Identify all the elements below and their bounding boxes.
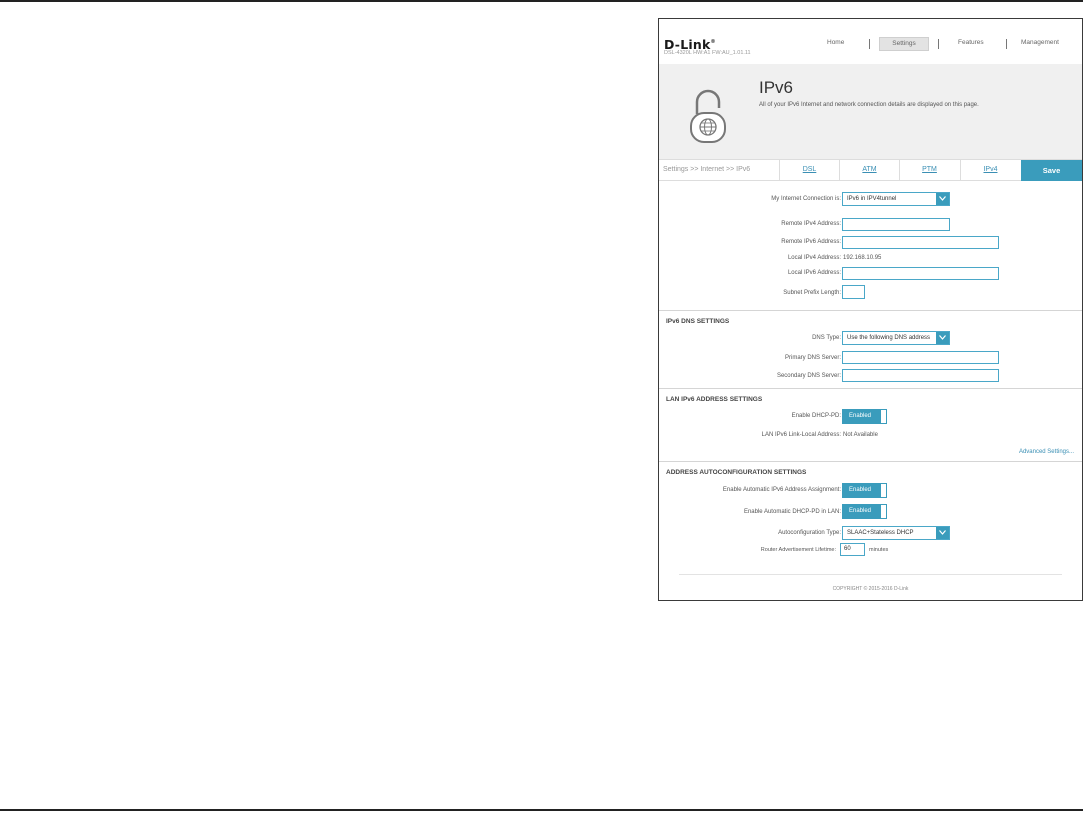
auto-pd-toggle[interactable]: Enabled [842,504,887,519]
section-divider [659,461,1082,462]
copyright-text: COPYRIGHT © 2015-2016 D-Link [832,586,909,592]
chevron-down-icon [936,527,949,539]
nav-settings[interactable]: Settings [879,37,929,51]
prefix-length-input[interactable] [842,285,865,299]
remote-ipv6-input[interactable] [842,236,999,249]
nav-features[interactable]: Features [958,39,984,46]
dns-type-select[interactable]: Use the following DNS address [842,331,950,345]
connection-type-select[interactable]: IPv6 in IPV4tunnel [842,192,950,206]
autoconfig-type-label: Autoconfiguration Type: [778,530,841,536]
tab-dsl[interactable]: DSL [779,160,839,180]
auto-assign-toggle[interactable]: Enabled [842,483,887,498]
local-ipv6-label: Local IPv6 Address: [787,270,841,276]
connection-type-value: IPv6 in IPV4tunnel [847,196,897,202]
model-info: DSL-4320L HW:A1 FW:AU_1.01.11 [664,50,751,56]
remote-ipv4-label: Remote IPv4 Address: [781,221,841,227]
page-description: All of your IPv6 Internet and network co… [759,102,979,108]
prefix-length-label: Subnet Prefix Length: [783,290,841,296]
remote-ipv6-label: Remote IPv6 Address: [781,239,841,245]
dns-section-title: IPv6 DNS SETTINGS [666,318,730,325]
dns-type-label: DNS Type: [812,335,841,341]
auto-assign-state: Enabled [843,484,881,497]
auto-pd-label: Enable Automatic DHCP-PD in LAN: [743,509,841,515]
autoconfig-type-value: SLAAC+Stateless DHCP [847,530,914,536]
settings-content: My Internet Connection is: IPv6 in IPV4t… [659,181,1082,600]
dns-type-value: Use the following DNS address [847,335,931,341]
section-divider [659,388,1082,389]
local-ipv4-value: 192.168.10.95 [843,255,882,261]
link-local-value: Not Available [843,432,878,438]
page-bottom-rule [0,809,1083,811]
local-ipv6-input[interactable] [842,267,999,280]
nav-separator [938,39,939,49]
breadcrumb: Settings >> Internet >> IPv6 [663,166,751,173]
page-banner: IPv6 All of your IPv6 Internet and netwo… [659,64,1082,159]
dhcp-pd-state: Enabled [843,410,881,423]
top-bar: D-Link® DSL-4320L HW:A1 FW:AU_1.01.11 Ho… [659,19,1082,64]
lan-section-title: LAN IPv6 ADDRESS SETTINGS [666,396,763,403]
advanced-settings-link[interactable]: Advanced Settings... [1019,449,1074,455]
nav-management[interactable]: Management [1021,39,1059,46]
auto-assign-label: Enable Automatic IPv6 Address Assignment… [722,487,841,493]
remote-ipv4-input[interactable] [842,218,950,231]
connection-type-label: My Internet Connection is: [771,196,841,202]
auto-pd-state: Enabled [843,505,881,518]
dhcp-pd-toggle[interactable]: Enabled [842,409,887,424]
dhcp-pd-label: Enable DHCP-PD: [791,413,841,419]
nav-separator [1006,39,1007,49]
nav-home[interactable]: Home [827,39,844,46]
ra-lifetime-label: Router Advertisement Lifetime: [760,547,836,553]
local-ipv4-label: Local IPv4 Address: [787,255,841,261]
autoconfig-type-select[interactable]: SLAAC+Stateless DHCP [842,526,950,540]
primary-dns-input[interactable] [842,351,999,364]
link-local-label: LAN IPv6 Link-Local Address: [761,432,841,438]
footer-divider [679,574,1062,575]
autoconfig-section-title: ADDRESS AUTOCONFIGURATION SETTINGS [666,469,807,476]
chevron-down-icon [936,193,949,205]
tab-bar: Settings >> Internet >> IPv6 DSL ATM PTM… [659,159,1082,181]
tab-ipv4[interactable]: IPv4 [960,160,1020,180]
primary-dns-label: Primary DNS Server: [784,355,841,361]
secondary-dns-label: Secondary DNS Server: [776,373,841,379]
section-divider [659,310,1082,311]
tab-atm[interactable]: ATM [839,160,899,180]
save-button[interactable]: Save [1021,160,1082,181]
lock-globe-icon [689,86,727,149]
chevron-down-icon [936,332,949,344]
secondary-dns-input[interactable] [842,369,999,382]
tab-ptm[interactable]: PTM [899,160,959,180]
page-top-rule [0,0,1083,2]
page-title: IPv6 [759,78,794,97]
ra-lifetime-input[interactable]: 60 [840,543,865,556]
nav-separator [869,39,870,49]
router-ui-screenshot: D-Link® DSL-4320L HW:A1 FW:AU_1.01.11 Ho… [658,18,1083,601]
ra-lifetime-unit: minutes [869,547,889,553]
